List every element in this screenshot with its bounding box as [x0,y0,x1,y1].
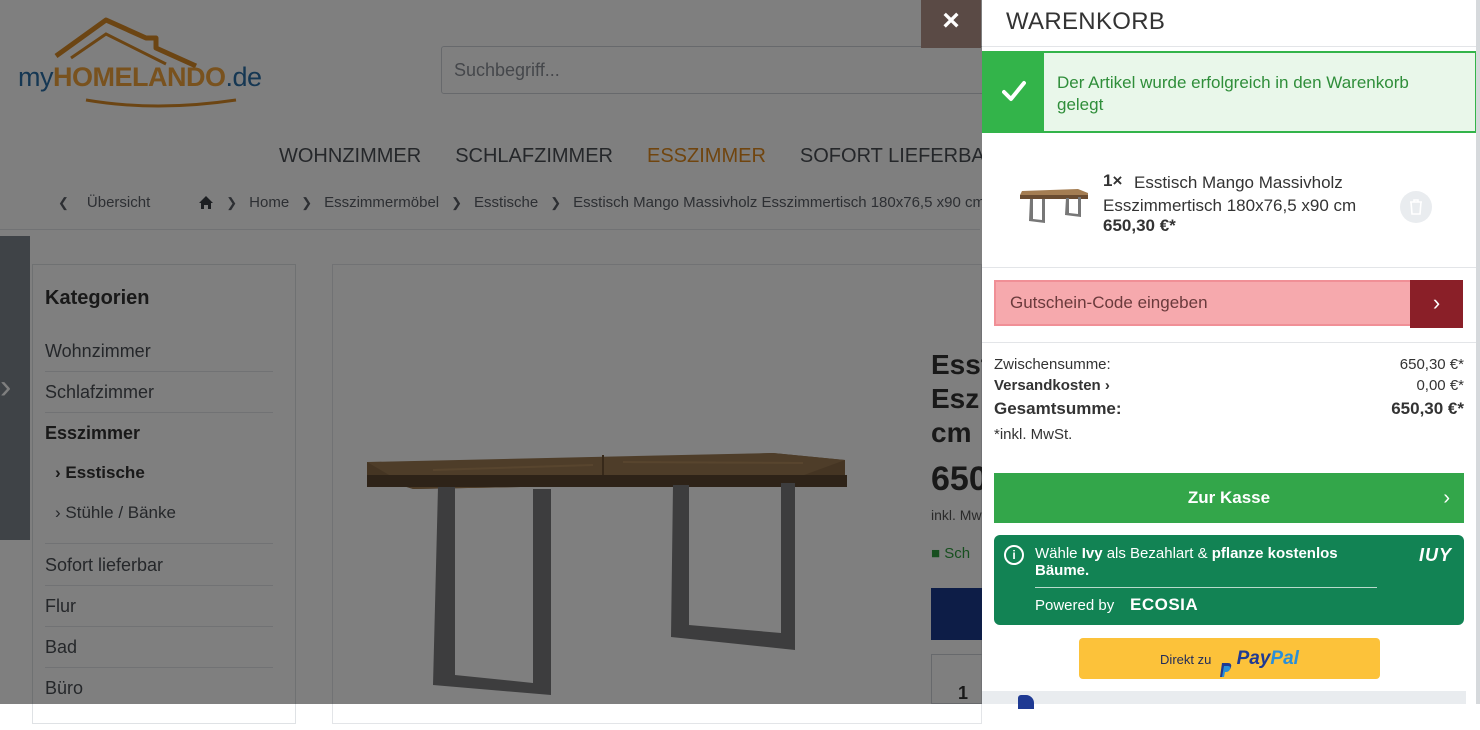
coupon-submit-button[interactable]: › [1410,280,1463,328]
cart-title: WARENKORB [1006,8,1166,35]
info-icon[interactable]: i [1004,545,1024,565]
shipping-costs-link[interactable]: Versandkosten › [994,377,1110,394]
total-row: Gesamtsumme: 650,30 €* [994,399,1464,419]
shipping-value: 0,00 €* [1416,377,1464,394]
success-message: Der Artikel wurde erfolgreich in den War… [1057,73,1409,114]
total-label: Gesamtsumme: [994,399,1122,418]
total-value: 650,30 €* [1391,399,1464,418]
cart-line-item: 1× Esstisch Mango Massivholz Esszimmerti… [982,133,1480,267]
chevron-right-icon: › [1443,487,1450,509]
coupon-code-input[interactable]: Gutschein-Code eingeben [994,280,1412,326]
divider [1035,587,1377,588]
cart-offcanvas: WARENKORB Der Artikel wurde erfolgreich … [982,0,1480,709]
divider [982,342,1480,343]
paypal-icon [1018,695,1034,709]
shipping-row: Versandkosten › 0,00 €* [994,377,1464,394]
divider [982,267,1480,268]
ivy-logo: IUY [1418,545,1452,565]
checkout-button[interactable]: Zur Kasse › [994,473,1464,523]
item-price: 650,30 €* [1103,216,1176,235]
close-cart-button[interactable]: × [921,0,981,48]
paypal-icon [1219,653,1233,677]
vat-note: *inkl. MwSt. [994,426,1073,443]
item-name[interactable]: Esstisch Mango Massivholz Esszimmertisch… [1103,171,1393,217]
success-alert: Der Artikel wurde erfolgreich in den War… [982,51,1477,133]
ecosia-logo: ECOSIA [1130,595,1199,614]
trash-icon [1410,199,1422,215]
scrollbar[interactable] [1476,0,1480,704]
ivy-payment-banner[interactable]: i Wähle Ivy als Bezahlart & pflanze kost… [994,535,1464,625]
remove-item-button[interactable] [1400,191,1432,223]
product-thumbnail[interactable] [1018,181,1090,229]
modal-backdrop[interactable] [0,0,982,704]
ivy-promo-text: Wähle Ivy als Bezahlart & pflanze kosten… [1035,545,1338,579]
paypal-express-button[interactable]: Direkt zu PayPal [1079,638,1380,679]
divider [982,46,1480,47]
subtotal-label: Zwischensumme: [994,356,1111,373]
paypal-wordmark-pal: Pal [1270,648,1299,669]
subtotal-row: Zwischensumme: 650,30 €* [994,356,1464,373]
paypal-wordmark-pay: Pay [1236,648,1271,669]
additional-payment-button[interactable] [982,691,1466,709]
subtotal-value: 650,30 €* [1399,356,1464,373]
checkmark-icon [984,53,1044,131]
powered-by-label: Powered by [1035,597,1115,614]
